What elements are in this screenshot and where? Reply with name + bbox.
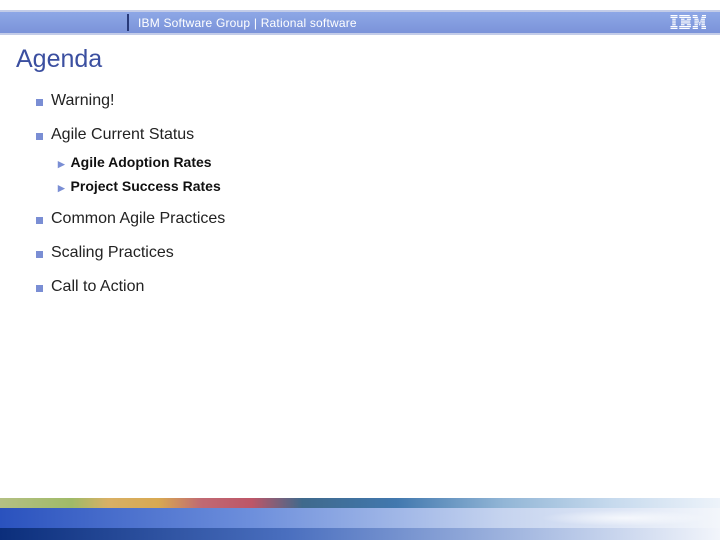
list-item: Warning!	[36, 92, 690, 110]
bullet-square-icon	[36, 99, 43, 106]
list-item-label: Call to Action	[51, 278, 144, 296]
ibm-logo-icon	[670, 15, 706, 29]
slide-header: IBM Software Group | Rational software	[0, 0, 720, 38]
sub-list: ▸ Agile Adoption Rates ▸ Project Success…	[58, 154, 690, 194]
header-text: IBM Software Group | Rational software	[138, 16, 357, 30]
list-item-label: Scaling Practices	[51, 244, 174, 262]
list-item: Common Agile Practices	[36, 210, 690, 228]
sub-list-item-label: Project Success Rates	[71, 178, 221, 194]
sub-list-item-label: Agile Adoption Rates	[71, 154, 212, 170]
slide: IBM Software Group | Rational software	[0, 0, 720, 540]
bullet-square-icon	[36, 251, 43, 258]
list-item-label: Warning!	[51, 92, 114, 110]
list-item: Scaling Practices	[36, 244, 690, 262]
slide-footer	[0, 490, 720, 540]
footer-stripe-top	[0, 498, 720, 508]
bullet-square-icon	[36, 133, 43, 140]
footer-highlight	[540, 510, 710, 526]
slide-title: Agenda	[16, 45, 102, 74]
list-item: Call to Action	[36, 278, 690, 296]
ibm-logo	[670, 15, 706, 29]
sub-list-item: ▸ Agile Adoption Rates	[58, 154, 690, 170]
agenda-list: Warning! Agile Current Status ▸ Agile Ad…	[36, 92, 690, 312]
chevron-right-icon: ▸	[58, 181, 65, 194]
footer-stripe-bottom	[0, 528, 720, 540]
sub-list-item: ▸ Project Success Rates	[58, 178, 690, 194]
list-item: Agile Current Status ▸ Agile Adoption Ra…	[36, 126, 690, 194]
list-item-label: Agile Current Status	[51, 126, 194, 144]
chevron-right-icon: ▸	[58, 157, 65, 170]
header-divider	[127, 14, 129, 31]
bullet-square-icon	[36, 217, 43, 224]
bullet-square-icon	[36, 285, 43, 292]
list-item-label: Common Agile Practices	[51, 210, 225, 228]
header-bar	[0, 12, 720, 33]
